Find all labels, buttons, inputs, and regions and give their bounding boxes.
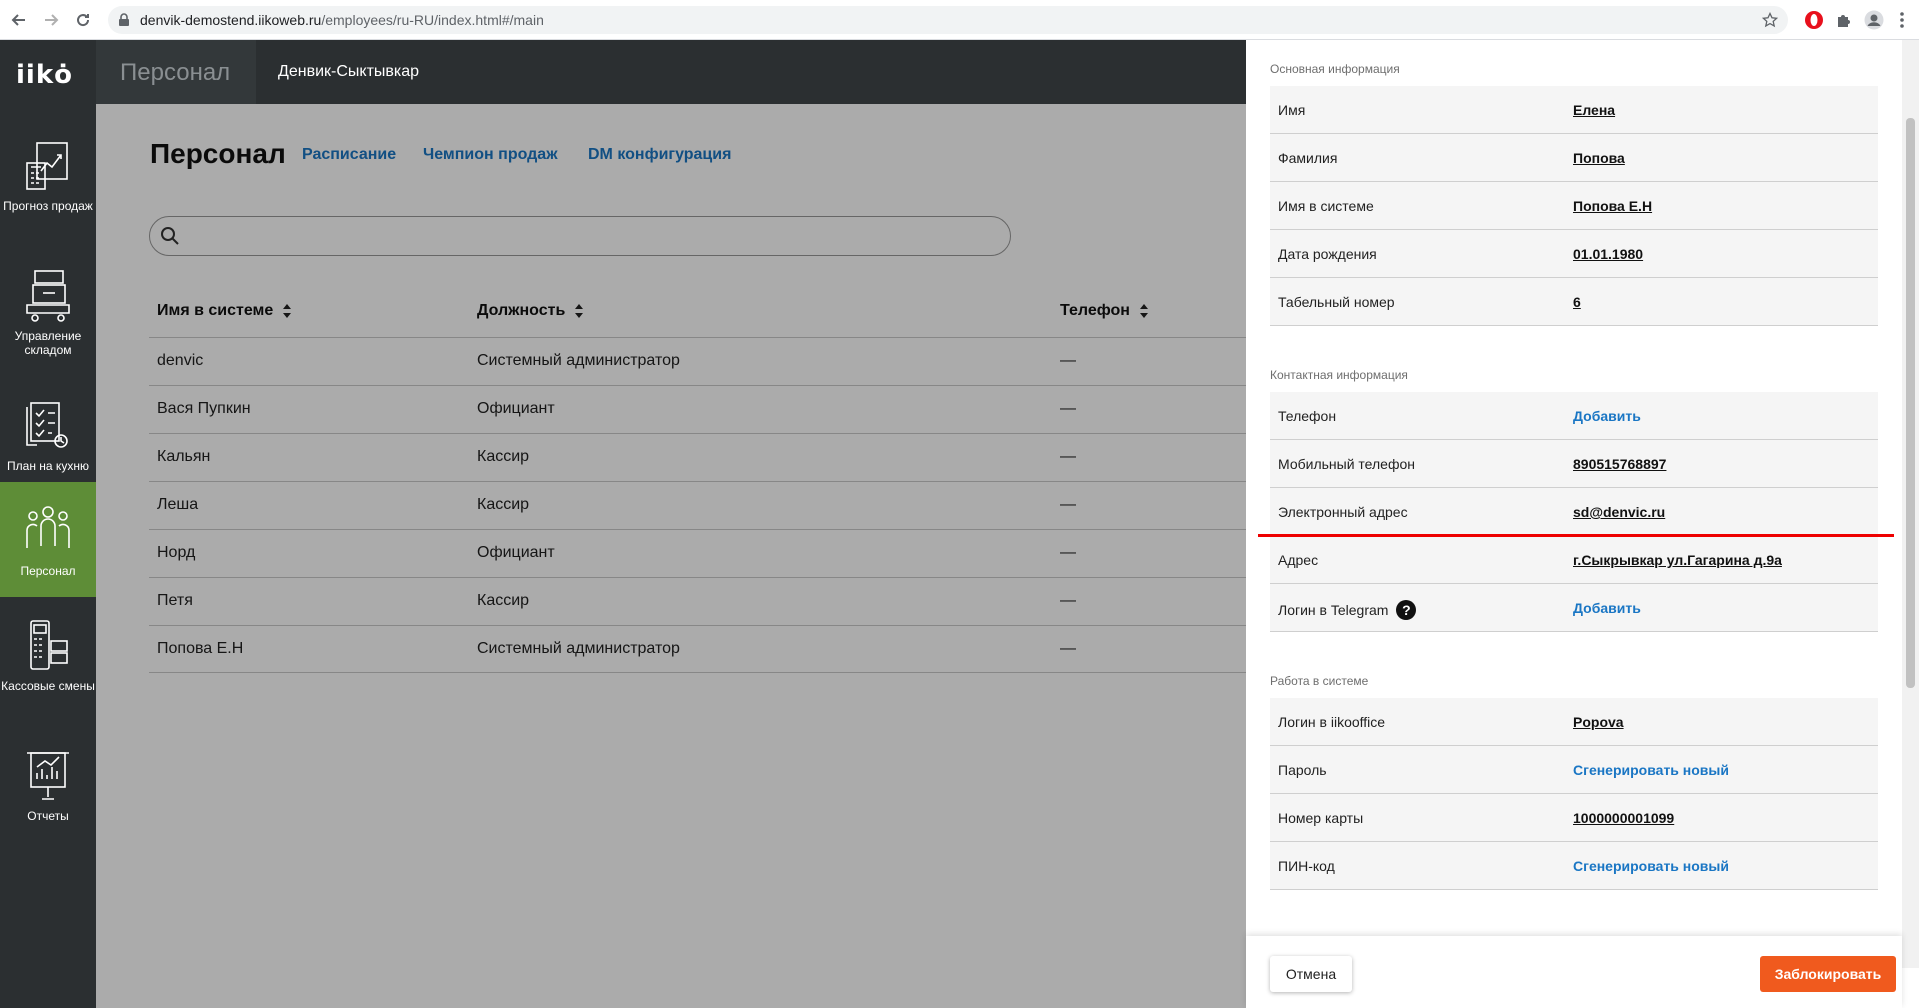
- field-label: Дата рождения: [1278, 246, 1377, 262]
- nav-label: План на кухню: [7, 459, 89, 473]
- field-value[interactable]: 6: [1573, 294, 1581, 310]
- nav-label: Управление складом: [14, 329, 82, 357]
- back-icon[interactable]: [8, 9, 30, 31]
- employee-details-panel: Основная информация Имя Елена Фамилия По…: [1246, 40, 1919, 1008]
- forward-icon[interactable]: [40, 9, 62, 31]
- field-system-name: Имя в системе Попова Е.Н: [1270, 182, 1878, 230]
- header-section: Персонал: [96, 40, 256, 104]
- address-bar[interactable]: denvik-demostend.iikoweb.ru/employees/ru…: [108, 6, 1788, 34]
- field-label: Фамилия: [1278, 150, 1338, 166]
- nav-item-kitchen-plan[interactable]: План на кухню: [0, 377, 96, 492]
- lock-icon: [119, 13, 129, 26]
- field-label: Табельный номер: [1278, 294, 1395, 310]
- scrollbar-thumb[interactable]: [1906, 118, 1915, 688]
- field-label: Мобильный телефон: [1278, 456, 1415, 472]
- add-telegram-link[interactable]: Добавить: [1573, 600, 1641, 616]
- cash-register-icon: [30, 620, 68, 670]
- panel-scrollbar[interactable]: [1902, 40, 1919, 968]
- field-value[interactable]: Popova: [1573, 714, 1624, 730]
- sales-forecast-icon: [26, 142, 68, 190]
- field-label: Логин в iikooffice: [1278, 714, 1386, 730]
- field-label: Имя в системе: [1278, 198, 1374, 214]
- field-pin-code: ПИН-код Сгенерировать новый: [1270, 842, 1878, 890]
- field-label: Электронный адрес: [1278, 504, 1408, 520]
- section-title-basic: Основная информация: [1270, 62, 1400, 76]
- field-value[interactable]: Попова: [1573, 150, 1625, 166]
- panel-footer: Отмена Заблокировать: [1246, 936, 1902, 1008]
- organization-name[interactable]: Денвик-Сыктывкар: [278, 63, 419, 81]
- field-value[interactable]: г.Сыкрывкар ул.Гагарина д.9а: [1573, 552, 1782, 568]
- top-header: Персонал Денвик-Сыктывкар: [96, 40, 1246, 104]
- reload-icon[interactable]: [72, 9, 94, 31]
- nav-label: Персонал: [20, 564, 76, 578]
- extensions-puzzle-icon[interactable]: [1833, 9, 1855, 31]
- nav-label: Кассовые смены: [1, 679, 95, 693]
- header-section-title: Персонал: [120, 59, 231, 86]
- field-telegram-login: Логин в Telegram ? Добавить: [1270, 584, 1878, 632]
- add-phone-link[interactable]: Добавить: [1573, 408, 1641, 424]
- field-email: Электронный адрес sd@denvic.ru: [1270, 488, 1878, 536]
- field-value[interactable]: 01.01.1980: [1573, 246, 1643, 262]
- nav-label: Прогноз продаж: [3, 199, 93, 213]
- field-label: Адрес: [1278, 552, 1319, 568]
- red-annotation-line: [1258, 534, 1894, 537]
- reports-icon: [27, 752, 69, 800]
- staff-icon: [26, 506, 70, 548]
- modal-backdrop[interactable]: [96, 104, 1246, 1008]
- field-mobile-phone: Мобильный телефон 890515768897: [1270, 440, 1878, 488]
- browser-toolbar: denvik-demostend.iikoweb.ru/employees/ru…: [0, 0, 1919, 40]
- nav-item-cash-shifts[interactable]: Кассовые смены: [0, 597, 96, 712]
- generate-password-link[interactable]: Сгенерировать новый: [1573, 762, 1729, 778]
- nav-item-warehouse[interactable]: Управление складом: [0, 247, 96, 362]
- help-icon[interactable]: ?: [1396, 600, 1417, 620]
- field-label-text: Логин в Telegram: [1278, 602, 1389, 618]
- url-text: denvik-demostend.iikoweb.ru/employees/ru…: [140, 12, 544, 28]
- field-value[interactable]: 890515768897: [1573, 456, 1666, 472]
- field-label: Логин в Telegram ?: [1278, 600, 1417, 620]
- bookmark-star-icon[interactable]: [1762, 12, 1778, 28]
- field-value[interactable]: sd@denvic.ru: [1573, 504, 1665, 520]
- warehouse-icon: [26, 270, 70, 322]
- field-address: Адрес г.Сыкрывкар ул.Гагарина д.9а: [1270, 536, 1878, 584]
- menu-dots-icon[interactable]: [1891, 9, 1913, 31]
- field-label: Имя: [1278, 102, 1306, 118]
- nav-item-sales-forecast[interactable]: Прогноз продаж: [0, 117, 96, 232]
- field-first-name: Имя Елена: [1270, 86, 1878, 134]
- field-phone: Телефон Добавить: [1270, 392, 1878, 440]
- section-title-contact: Контактная информация: [1270, 368, 1408, 382]
- field-office-login: Логин в iikooffice Popova: [1270, 698, 1878, 746]
- nav-item-reports[interactable]: Отчеты: [0, 727, 96, 842]
- generate-pin-link[interactable]: Сгенерировать новый: [1573, 858, 1729, 874]
- kitchen-plan-icon: [26, 402, 68, 448]
- field-card-number: Номер карты 1000000001099: [1270, 794, 1878, 842]
- nav-item-staff[interactable]: Персонал: [0, 482, 96, 597]
- field-password: Пароль Сгенерировать новый: [1270, 746, 1878, 794]
- field-label: Телефон: [1278, 408, 1337, 424]
- field-birth-date: Дата рождения 01.01.1980: [1270, 230, 1878, 278]
- field-value[interactable]: Попова Е.Н: [1573, 198, 1652, 214]
- field-label: Пароль: [1278, 762, 1327, 778]
- field-last-name: Фамилия Попова: [1270, 134, 1878, 182]
- field-label: ПИН-код: [1278, 858, 1335, 874]
- iiko-logo: iikȯ: [16, 60, 73, 90]
- profile-icon[interactable]: [1863, 9, 1885, 31]
- opera-extension-icon[interactable]: [1803, 9, 1825, 31]
- field-label: Номер карты: [1278, 810, 1364, 826]
- section-title-work: Работа в системе: [1270, 674, 1369, 688]
- cancel-button[interactable]: Отмена: [1270, 956, 1352, 992]
- block-button[interactable]: Заблокировать: [1760, 956, 1896, 992]
- left-navigation: iikȯ Прогноз продаж Управление складом П…: [0, 40, 96, 1008]
- field-value[interactable]: 1000000001099: [1573, 810, 1674, 826]
- nav-label: Отчеты: [27, 809, 69, 823]
- field-value[interactable]: Елена: [1573, 102, 1615, 118]
- field-personnel-number: Табельный номер 6: [1270, 278, 1878, 326]
